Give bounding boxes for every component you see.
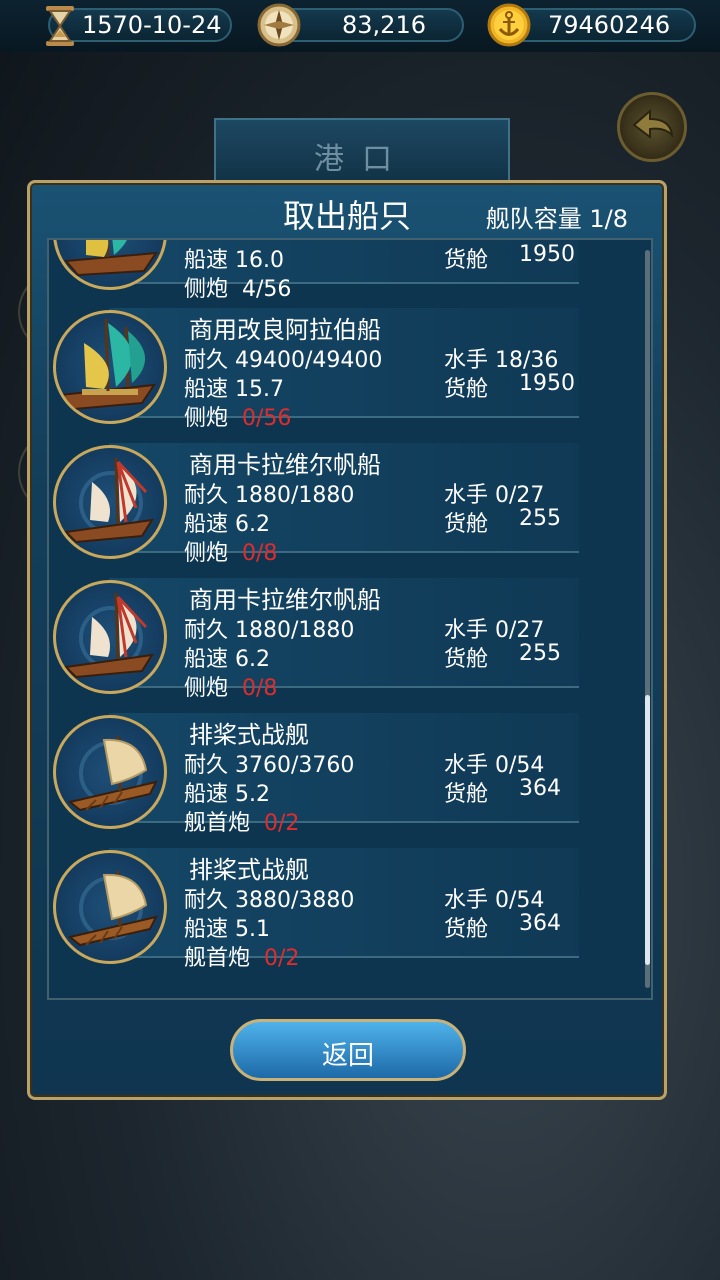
fleet-capacity: 舰队容量 1/8 bbox=[485, 205, 628, 233]
back-arrow-icon bbox=[632, 108, 674, 139]
ship-list-item[interactable]: 商用卡拉维尔帆船 耐久 1880/1880 水手 0/27 船速 6.2 货舱 … bbox=[49, 560, 639, 701]
ship-speed: 船速 5.1 bbox=[184, 917, 270, 942]
galley-ship-icon bbox=[53, 850, 167, 964]
ship-list-item[interactable]: 排桨式战舰 耐久 3880/3880 水手 0/54 船速 5.1 货舱 364… bbox=[49, 830, 639, 971]
ship-speed: 船速 5.2 bbox=[184, 782, 270, 807]
date-text: 1570-10-24 bbox=[82, 11, 222, 39]
ship-cargo-label: 货舱 bbox=[444, 248, 489, 273]
port-banner: 港口 bbox=[214, 118, 510, 182]
ship-cargo-label: 货舱 bbox=[444, 917, 489, 942]
ship-row-background bbox=[109, 240, 579, 284]
ship-cargo-value: 255 bbox=[519, 506, 561, 531]
ship-cargo-label: 货舱 bbox=[444, 782, 489, 807]
ship-list-item[interactable]: 船速 16.0 货舱 1950 侧炮 4/56 bbox=[49, 240, 639, 302]
return-button-label: 返回 bbox=[321, 1041, 374, 1071]
back-arrow-button[interactable] bbox=[617, 92, 687, 162]
ship-list-item[interactable]: 商用卡拉维尔帆船 耐久 1880/1880 水手 0/27 船速 6.2 货舱 … bbox=[49, 425, 639, 566]
ship-durability: 耐久 49400/49400 bbox=[184, 348, 383, 373]
ship-cargo-label: 货舱 bbox=[444, 512, 489, 537]
ship-cargo-value: 364 bbox=[519, 911, 561, 936]
ship-speed: 船速 6.2 bbox=[184, 647, 270, 672]
ship-list-item[interactable]: 商用改良阿拉伯船 耐久 49400/49400 水手 18/36 船速 15.7… bbox=[49, 290, 639, 431]
ship-speed: 船速 16.0 bbox=[184, 248, 284, 273]
ship-weapon-value: 0/2 bbox=[264, 946, 300, 971]
galley-ship-icon bbox=[53, 715, 167, 829]
compass-value: 83,216 bbox=[342, 11, 426, 39]
list-scrollbar-thumb[interactable] bbox=[645, 695, 650, 965]
ship-durability: 耐久 1880/1880 bbox=[184, 483, 355, 508]
ship-crew: 水手 0/27 bbox=[444, 483, 545, 508]
ship-crew: 水手 18/36 bbox=[444, 348, 559, 373]
hourglass-icon bbox=[38, 2, 82, 46]
resource-bar: 1570-10-24 83,216 79460246 bbox=[0, 0, 720, 52]
ship-cargo-value: 1950 bbox=[519, 242, 575, 267]
ship-name: 排桨式战舰 bbox=[189, 856, 309, 884]
anchor-coin-icon bbox=[486, 2, 531, 47]
ship-weapon: 舰首炮 0/2 bbox=[184, 940, 299, 972]
ship-durability: 耐久 3760/3760 bbox=[184, 753, 355, 778]
ship-cargo-label: 货舱 bbox=[444, 647, 489, 672]
ship-weapon-label: 舰首炮 bbox=[184, 946, 251, 971]
gold-value: 79460246 bbox=[548, 11, 671, 39]
port-title: 港口 bbox=[314, 142, 410, 177]
caravel-ship-icon bbox=[53, 445, 167, 559]
ship-cargo-value: 255 bbox=[519, 641, 561, 666]
ship-name: 排桨式战舰 bbox=[189, 721, 309, 749]
ship-durability: 耐久 3880/3880 bbox=[184, 888, 355, 913]
ship-list-item[interactable]: 排桨式战舰 耐久 3760/3760 水手 0/54 船速 5.2 货舱 364… bbox=[49, 695, 639, 836]
dhow-ship-icon bbox=[53, 240, 167, 290]
ship-cargo-value: 1950 bbox=[519, 371, 575, 396]
withdraw-ship-dialog: 取出船只 舰队容量 1/8 船速 16.0 货舱 1950 侧炮 4/56 商用… bbox=[27, 180, 667, 1100]
ship-crew: 水手 0/54 bbox=[444, 888, 545, 913]
compass-icon bbox=[256, 2, 301, 47]
ship-speed: 船速 15.7 bbox=[184, 377, 284, 402]
ship-cargo-value: 364 bbox=[519, 776, 561, 801]
ship-speed: 船速 6.2 bbox=[184, 512, 270, 537]
ship-crew: 水手 0/27 bbox=[444, 618, 545, 643]
return-button[interactable]: 返回 bbox=[230, 1019, 466, 1081]
dhow-ship-icon bbox=[53, 310, 167, 424]
ship-name: 商用改良阿拉伯船 bbox=[189, 316, 381, 344]
ship-durability: 耐久 1880/1880 bbox=[184, 618, 355, 643]
ship-list[interactable]: 船速 16.0 货舱 1950 侧炮 4/56 商用改良阿拉伯船 耐久 4940… bbox=[47, 238, 653, 1000]
ship-cargo-label: 货舱 bbox=[444, 377, 489, 402]
ship-name: 商用卡拉维尔帆船 bbox=[189, 586, 381, 614]
caravel-ship-icon bbox=[53, 580, 167, 694]
ship-name: 商用卡拉维尔帆船 bbox=[189, 451, 381, 479]
ship-crew: 水手 0/54 bbox=[444, 753, 545, 778]
